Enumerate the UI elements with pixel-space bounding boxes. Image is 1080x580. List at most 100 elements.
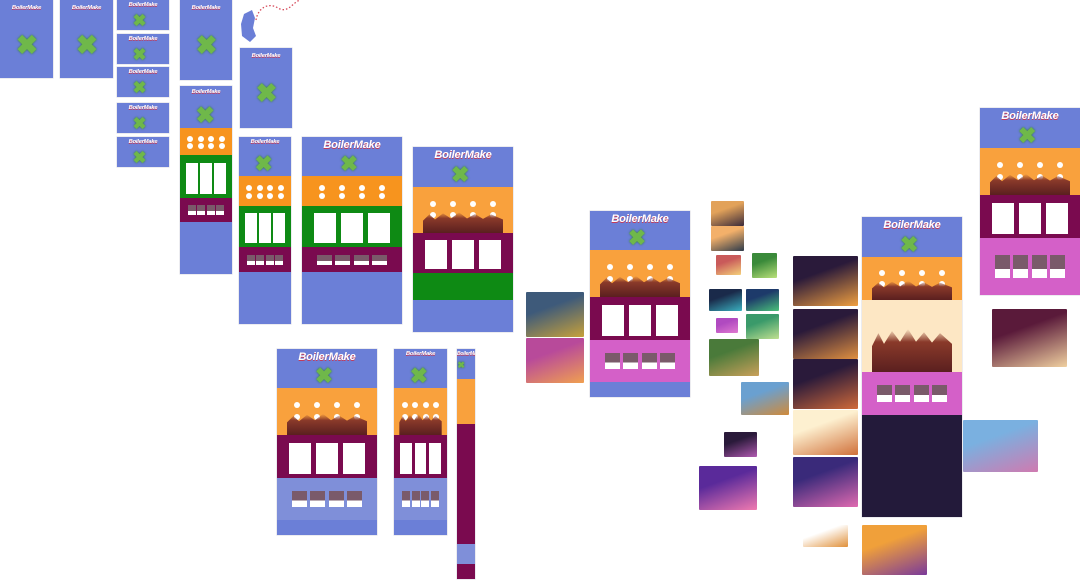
page-frame[interactable]: BoilerMake✖ xyxy=(980,108,1080,295)
gallery-section xyxy=(590,340,690,382)
sponsor-logo xyxy=(256,185,263,191)
info-card xyxy=(628,304,652,336)
team-photos xyxy=(292,490,362,508)
page-frame[interactable]: BoilerMake✖ xyxy=(862,217,962,517)
logo: BoilerMake xyxy=(191,4,221,11)
page-frame[interactable]: BoilerMake✖ xyxy=(277,349,377,535)
dotted-path xyxy=(255,0,301,21)
gallery-section xyxy=(980,238,1080,295)
sponsor-logo xyxy=(359,185,365,191)
logo: BoilerMake xyxy=(405,351,436,358)
sponsor-logo xyxy=(899,269,905,276)
illustration-image[interactable] xyxy=(793,256,858,306)
sponsor-logo xyxy=(187,136,194,143)
info-card xyxy=(186,162,198,194)
decorative-path-vector[interactable] xyxy=(238,0,318,45)
page-frame[interactable]: BoilerMake✖ xyxy=(117,67,169,97)
page-frame[interactable]: BoilerMake✖ xyxy=(302,137,402,324)
page-frame[interactable]: BoilerMake✖ xyxy=(117,137,169,167)
faq-section xyxy=(590,297,690,340)
illustration-image[interactable] xyxy=(711,226,744,251)
page-frame[interactable]: BoilerMake ✖ xyxy=(117,0,169,30)
sponsor-logo xyxy=(1057,162,1063,169)
sponsor-logo xyxy=(314,402,320,409)
page-frame[interactable]: BoilerMake✖ xyxy=(413,147,513,332)
crossed-wrenches-icon: ✖ xyxy=(15,29,39,60)
sponsor-logo xyxy=(267,185,274,191)
illustration-image[interactable] xyxy=(716,255,741,275)
illustration-image[interactable] xyxy=(862,525,927,575)
logo: BoilerMake xyxy=(251,52,281,59)
logo: BoilerMake xyxy=(323,139,381,152)
sponsor-logo xyxy=(197,142,204,149)
team-photo xyxy=(1013,255,1029,278)
illustration-image[interactable] xyxy=(793,309,858,359)
illustration-image[interactable] xyxy=(709,289,742,311)
illustration-image[interactable] xyxy=(741,382,789,415)
illustration-image[interactable] xyxy=(711,201,744,226)
page-frame[interactable]: BoilerMake✖ xyxy=(180,86,232,274)
hero-section: BoilerMake✖ xyxy=(117,34,169,64)
sponsor-logo xyxy=(359,192,365,199)
page-frame[interactable]: BoilerMake✖ xyxy=(0,0,53,78)
info-card xyxy=(342,442,365,474)
team-photo xyxy=(187,205,196,215)
sponsor-logos xyxy=(990,162,1070,169)
team-photos xyxy=(317,254,387,265)
faq-section xyxy=(980,195,1080,238)
illustration-image[interactable] xyxy=(526,338,584,383)
crossed-wrenches-icon: ✖ xyxy=(132,12,147,30)
info-card xyxy=(245,213,257,243)
hero-section xyxy=(239,272,291,324)
footer-section xyxy=(862,415,962,517)
sponsor-logo xyxy=(939,269,945,276)
hero-section: BoilerMake✖ xyxy=(590,211,690,250)
faq-section xyxy=(457,424,475,544)
page-frame[interactable]: BoilerMake✖ xyxy=(457,349,475,579)
illustration-image[interactable] xyxy=(803,525,848,547)
sponsor-logo xyxy=(1037,162,1043,169)
hero-section xyxy=(394,520,447,535)
illustration-image[interactable] xyxy=(724,432,757,457)
sponsor-logo xyxy=(246,185,253,191)
team-photo xyxy=(623,352,639,370)
crossed-wrenches-icon: ✖ xyxy=(900,232,919,257)
team-photo xyxy=(275,254,284,265)
page-frame[interactable]: BoilerMake✖ xyxy=(590,211,690,397)
illustration-image[interactable] xyxy=(752,253,777,278)
faq-section xyxy=(180,198,232,222)
page-frame[interactable]: BoilerMake✖ xyxy=(394,349,447,535)
illustration-image[interactable] xyxy=(793,410,858,455)
team-photos xyxy=(401,490,440,508)
team-photo xyxy=(641,352,657,370)
logo: BoilerMake xyxy=(611,213,669,226)
sponsor-logo xyxy=(627,264,633,271)
info-cards xyxy=(425,240,501,269)
hero-section: BoilerMake✖ xyxy=(117,67,169,97)
sponsor-logos xyxy=(423,200,503,207)
page-frame[interactable]: BoilerMake✖ xyxy=(239,137,291,324)
illustration-image[interactable] xyxy=(716,318,738,333)
illustration-image[interactable] xyxy=(793,359,858,409)
illustration-image[interactable] xyxy=(793,457,858,507)
illustration-image[interactable] xyxy=(746,314,779,339)
page-frame[interactable]: BoilerMake✖ xyxy=(117,34,169,64)
crossed-wrenches-icon: ✖ xyxy=(132,46,147,64)
illustration-image[interactable] xyxy=(699,466,757,510)
info-card xyxy=(1045,202,1068,234)
illustration-image[interactable] xyxy=(992,309,1067,367)
illustration-image[interactable] xyxy=(526,292,584,337)
page-frame[interactable]: BoilerMake✖ xyxy=(240,48,292,128)
info-card xyxy=(425,240,448,269)
sponsor-logo xyxy=(334,402,340,409)
sponsor-logo xyxy=(339,185,345,191)
illustration-image[interactable] xyxy=(746,289,779,311)
crossed-wrenches-icon: ✖ xyxy=(75,29,99,60)
logo: BoilerMake xyxy=(128,1,158,8)
page-frame[interactable]: BoilerMake✖ xyxy=(180,0,232,80)
page-frame[interactable]: BoilerMake✖ xyxy=(117,103,169,133)
illustration-image[interactable] xyxy=(709,339,759,376)
sponsors-section xyxy=(302,176,402,206)
illustration-image[interactable] xyxy=(963,420,1038,472)
page-frame[interactable]: BoilerMake✖ xyxy=(60,0,113,78)
